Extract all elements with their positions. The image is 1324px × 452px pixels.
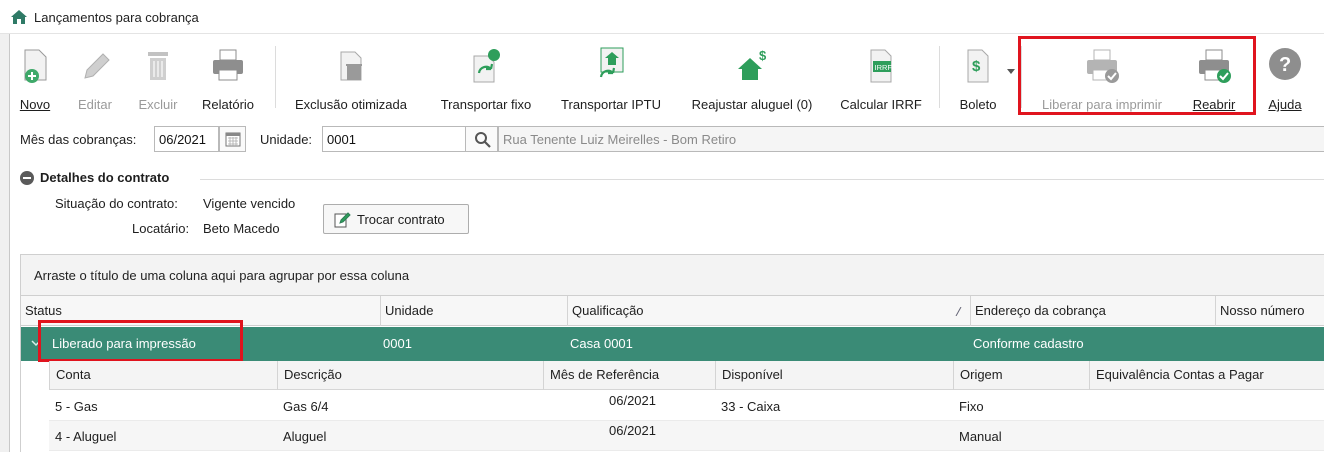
toolbar-divider (275, 46, 276, 108)
qualificacao-header-label: Qualificação (572, 303, 644, 318)
origem-cell: Manual (959, 429, 1002, 444)
highlight-box (38, 320, 243, 362)
column-edit-icon (955, 307, 962, 316)
locatario-value: Beto Macedo (203, 221, 280, 236)
relatorio-label: Relatório (201, 97, 255, 112)
reajustar-aluguel-label: Reajustar aluguel (0) (691, 97, 813, 112)
home-icon (11, 10, 27, 24)
title-bar: Lançamentos para cobrança (0, 0, 1324, 34)
window-title: Lançamentos para cobrança (34, 10, 199, 25)
section-title: Detalhes do contrato (40, 170, 170, 185)
collapse-icon[interactable] (20, 171, 34, 185)
excluir-label: Excluir (138, 97, 178, 112)
section-divider (200, 179, 1324, 180)
edit-document-icon (334, 212, 351, 228)
column-header-unidade[interactable]: Unidade (380, 296, 567, 326)
ajuda-button[interactable]: ? Ajuda (1258, 44, 1312, 114)
mes-cell: 06/2021 (609, 393, 656, 408)
disponivel-cell: 33 - Caixa (721, 399, 781, 414)
descricao-cell: Aluguel (283, 429, 327, 444)
calendar-button[interactable] (219, 126, 246, 152)
irrf-badge-text: IRRF (875, 63, 893, 72)
editar-label: Editar (78, 97, 112, 112)
mes-label: Mês das cobranças: (20, 132, 137, 147)
toolbar-divider (939, 46, 940, 108)
trocar-contrato-label: Trocar contrato (357, 212, 445, 227)
reajustar-aluguel-button[interactable]: $ Reajustar aluguel (0) (681, 44, 823, 114)
column-header-conta[interactable]: Conta (49, 361, 277, 390)
mes-cell: 06/2021 (609, 423, 656, 438)
endereco-cell: Conforme cadastro (973, 336, 1084, 351)
cobrancas-grid: Arraste o título de uma coluna aqui para… (20, 254, 1324, 452)
mes-input[interactable]: 06/2021 (154, 126, 219, 152)
highlight-box (1018, 36, 1256, 115)
locatario-label: Locatário: (132, 221, 190, 236)
group-hint: Arraste o título de uma coluna aqui para… (34, 268, 410, 283)
conta-cell: 5 - Gas (55, 399, 98, 414)
situacao-label: Situação do contrato: (55, 196, 178, 211)
printer-icon (213, 49, 243, 81)
trash-icon (148, 52, 168, 80)
unidade-label: Unidade: (260, 132, 313, 147)
help-icon: ? (1269, 48, 1301, 80)
boleto-document-icon: $ (967, 49, 989, 83)
document-trash-icon (340, 51, 362, 81)
irrf-document-icon: IRRF (870, 49, 893, 83)
toolbar: Novo Editar Excluir Relatório Exclusão o… (10, 34, 1324, 115)
transport-house-icon (599, 47, 624, 78)
trocar-contrato-button[interactable]: Trocar contrato (323, 204, 469, 234)
group-by-area[interactable]: Arraste o título de uma coluna aqui para… (21, 255, 1324, 296)
transport-pin-icon (473, 49, 500, 83)
qualificacao-cell: Casa 0001 (570, 336, 633, 351)
chevron-down-icon[interactable] (1007, 69, 1015, 75)
excluir-button[interactable]: Excluir (133, 44, 183, 114)
filter-row: Mês das cobranças: 06/2021 Unidade: 0001… (10, 126, 1324, 158)
svg-text:?: ? (1279, 54, 1291, 76)
endereco-field: Rua Tenente Luiz Meirelles - Bom Retiro (498, 126, 1324, 152)
column-header-origem[interactable]: Origem (953, 361, 1089, 390)
calcular-irrf-button[interactable]: IRRF Calcular IRRF (834, 44, 928, 114)
exclusao-otimizada-button[interactable]: Exclusão otimizada (286, 44, 416, 114)
unidade-input[interactable]: 0001 (322, 126, 474, 152)
transportar-fixo-label: Transportar fixo (440, 97, 532, 112)
descricao-cell: Gas 6/4 (283, 399, 329, 414)
table-row[interactable]: 5 - Gas Gas 6/4 06/2021 33 - Caixa Fixo (49, 391, 1324, 421)
unidade-cell: 0001 (383, 336, 412, 351)
novo-button[interactable]: Novo (14, 44, 56, 114)
calendar-icon (225, 132, 241, 147)
relatorio-button[interactable]: Relatório (196, 44, 260, 114)
origem-cell: Fixo (959, 399, 984, 414)
boleto-button[interactable]: $ Boleto (946, 44, 1010, 114)
transportar-iptu-label: Transportar IPTU (561, 97, 661, 112)
new-document-icon (24, 49, 47, 83)
column-header-mes-referencia[interactable]: Mês de Referência (543, 361, 715, 390)
search-button[interactable] (465, 126, 498, 152)
edit-pencil-icon (84, 53, 110, 79)
detail-grid-header: Conta Descrição Mês de Referência Dispon… (49, 361, 1324, 390)
conta-cell: 4 - Aluguel (55, 429, 117, 444)
novo-label: Novo (19, 97, 51, 112)
editar-button[interactable]: Editar (72, 44, 118, 114)
column-header-disponivel[interactable]: Disponível (715, 361, 953, 390)
svg-text:$: $ (759, 48, 767, 63)
table-row[interactable]: 4 - Aluguel Aluguel 06/2021 Manual (49, 421, 1324, 451)
column-header-qualificacao[interactable]: Qualificação (567, 296, 970, 326)
boleto-label: Boleto (959, 97, 997, 112)
calcular-irrf-label: Calcular IRRF (840, 97, 922, 112)
column-header-equivalencia[interactable]: Equivalência Contas a Pagar (1089, 361, 1324, 390)
house-dollar-icon: $ (738, 48, 767, 80)
main-window: Novo Editar Excluir Relatório Exclusão o… (9, 34, 1324, 452)
column-header-descricao[interactable]: Descrição (277, 361, 543, 390)
svg-text:$: $ (972, 58, 981, 75)
transportar-fixo-button[interactable]: Transportar fixo (430, 44, 542, 114)
column-header-nosso-numero[interactable]: Nosso número (1215, 296, 1324, 326)
column-header-endereco[interactable]: Endereço da cobrança (970, 296, 1215, 326)
search-icon (475, 132, 491, 148)
transportar-iptu-button[interactable]: Transportar IPTU (555, 44, 667, 114)
exclusao-otimizada-label: Exclusão otimizada (295, 97, 407, 112)
situacao-value: Vigente vencido (203, 196, 296, 211)
ajuda-label: Ajuda (1268, 97, 1302, 112)
